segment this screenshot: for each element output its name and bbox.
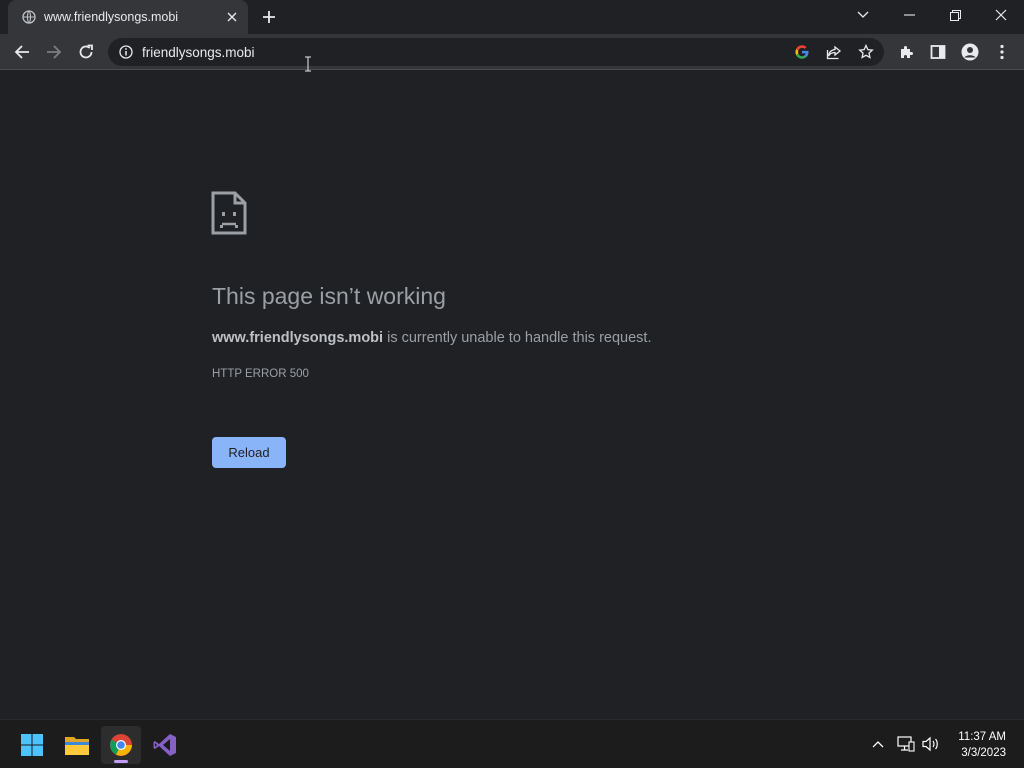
error-headline: This page isn’t working bbox=[212, 283, 446, 309]
tab-search-button[interactable] bbox=[840, 0, 886, 30]
browser-tab[interactable]: www.friendlysongs.mobi bbox=[8, 0, 248, 34]
clock-date: 3/3/2023 bbox=[961, 747, 1006, 759]
profile-avatar-icon[interactable] bbox=[956, 38, 984, 66]
clock-time: 11:37 AM bbox=[958, 731, 1006, 743]
tab-title: www.friendlysongs.mobi bbox=[44, 10, 179, 24]
side-panel-icon[interactable] bbox=[924, 38, 952, 66]
share-icon[interactable] bbox=[822, 40, 846, 64]
minimize-button[interactable] bbox=[886, 0, 932, 30]
file-explorer-icon[interactable] bbox=[57, 726, 97, 764]
info-icon[interactable] bbox=[118, 44, 134, 60]
url-text[interactable]: friendlysongs.mobi bbox=[142, 45, 884, 60]
start-icon[interactable] bbox=[12, 726, 52, 764]
tab-strip: www.friendlysongs.mobi bbox=[0, 0, 1024, 34]
active-app-indicator bbox=[114, 760, 128, 763]
globe-icon bbox=[22, 10, 36, 24]
reload-button[interactable]: Reload bbox=[212, 437, 286, 468]
reload-icon[interactable] bbox=[72, 38, 100, 66]
browser-toolbar: friendlysongs.mobi bbox=[0, 34, 1024, 70]
error-message: is currently unable to handle this reque… bbox=[383, 330, 652, 346]
extensions-icon[interactable] bbox=[892, 38, 920, 66]
back-button[interactable] bbox=[8, 38, 36, 66]
taskbar: 11:37 AM 3/3/2023 bbox=[0, 719, 1024, 768]
new-tab-button[interactable] bbox=[258, 6, 280, 28]
close-tab-icon[interactable] bbox=[222, 7, 242, 27]
forward-button[interactable] bbox=[40, 38, 68, 66]
page-content: This page isn’t working www.friendlysong… bbox=[0, 71, 1024, 719]
menu-kebab-icon[interactable] bbox=[988, 38, 1016, 66]
chevron-up-icon[interactable] bbox=[866, 732, 890, 756]
chrome-icon[interactable] bbox=[101, 726, 141, 764]
network-icon[interactable] bbox=[894, 732, 918, 756]
volume-icon[interactable] bbox=[919, 732, 943, 756]
google-icon[interactable] bbox=[790, 40, 814, 64]
bookmark-star-icon[interactable] bbox=[854, 40, 878, 64]
visual-studio-icon[interactable] bbox=[145, 726, 185, 764]
system-clock[interactable]: 11:37 AM 3/3/2023 bbox=[958, 729, 1006, 761]
sad-page-icon bbox=[210, 191, 248, 235]
error-description: www.friendlysongs.mobi is currently unab… bbox=[212, 330, 651, 346]
address-bar[interactable]: friendlysongs.mobi bbox=[108, 38, 884, 66]
error-domain: www.friendlysongs.mobi bbox=[212, 330, 384, 346]
text-cursor-icon bbox=[304, 56, 312, 72]
error-code: HTTP ERROR 500 bbox=[212, 368, 309, 380]
restore-button[interactable] bbox=[932, 0, 978, 30]
close-window-button[interactable] bbox=[978, 0, 1024, 30]
